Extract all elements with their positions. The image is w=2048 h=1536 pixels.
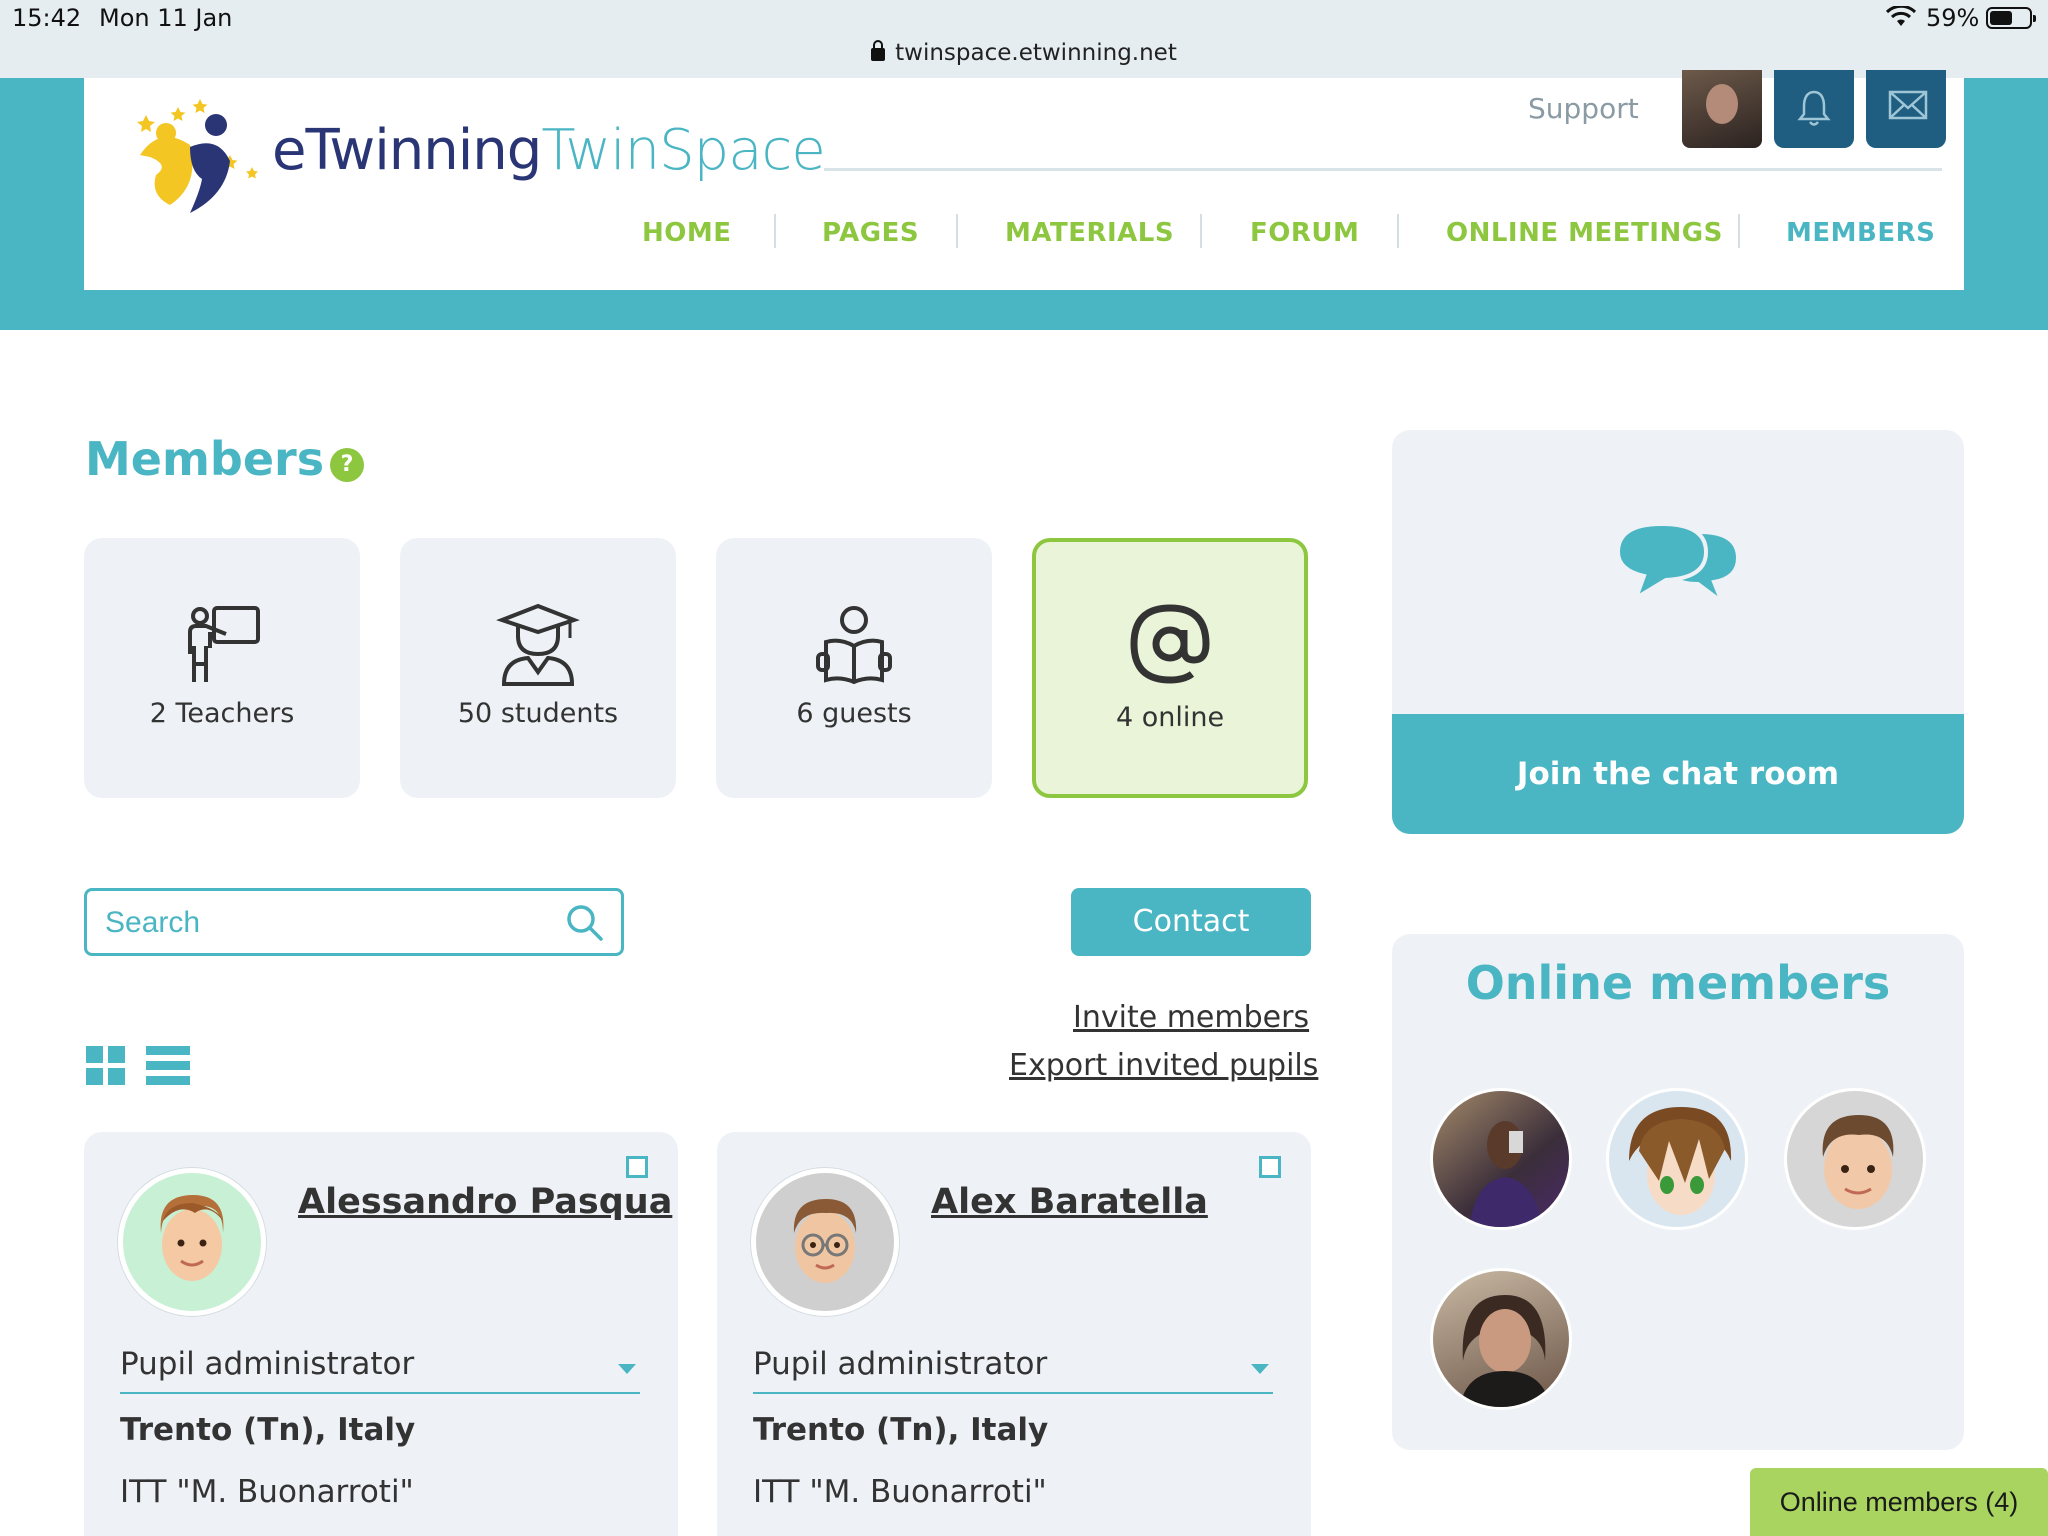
help-icon[interactable]: ? — [330, 448, 364, 482]
list-view-icon[interactable] — [146, 1046, 190, 1086]
battery-percent: 59% — [1926, 4, 1980, 32]
nav-materials[interactable]: MATERIALS — [1005, 218, 1174, 248]
nav-forum[interactable]: FORUM — [1250, 218, 1359, 248]
logo-wordmark: eTwinningTwinSpace — [272, 118, 826, 183]
nav-divider — [1397, 214, 1399, 248]
chat-room-card: Join the chat room — [1392, 430, 1964, 834]
address-bar[interactable]: twinspace.etwinning.net — [0, 40, 2048, 66]
address-url: twinspace.etwinning.net — [895, 40, 1177, 66]
battery-icon — [1986, 7, 2036, 29]
nav-members[interactable]: MEMBERS — [1786, 218, 1935, 248]
online-count: 4 online — [1115, 702, 1225, 733]
avatar[interactable] — [1606, 1088, 1748, 1230]
chevron-down-icon — [1251, 1364, 1269, 1374]
photo-avatar — [1459, 1295, 1551, 1407]
member-school: ITT "M. Buonarroti" — [120, 1474, 414, 1510]
wifi-icon — [1885, 6, 1917, 26]
member-name-link[interactable]: Alex Baratella — [931, 1182, 1208, 1222]
avatar[interactable] — [751, 1168, 899, 1316]
memoji-avatar — [793, 1199, 857, 1283]
nav-divider — [774, 214, 776, 248]
member-card: Alessandro Pasqua Pupil administrator Tr… — [84, 1132, 678, 1536]
at-icon — [1130, 604, 1210, 684]
status-date: Mon 11 Jan — [99, 4, 233, 32]
notifications-button[interactable] — [1774, 70, 1854, 148]
guests-count: 6 guests — [796, 698, 912, 729]
nav-home[interactable]: HOME — [642, 218, 732, 248]
chevron-down-icon — [618, 1364, 636, 1374]
member-card: Alex Baratella Pupil administrator Trent… — [717, 1132, 1311, 1536]
app-root: { "status_bar": { "time": "15:42", "date… — [0, 0, 2048, 1536]
online-members-card: Online members — [1392, 934, 1964, 1450]
avatar[interactable] — [1430, 1088, 1572, 1230]
export-invited-pupils-link[interactable]: Export invited pupils — [1009, 1048, 1318, 1083]
grid-view-icon[interactable] — [86, 1046, 126, 1086]
avatar[interactable] — [118, 1168, 266, 1316]
memoji-avatar — [1822, 1115, 1894, 1209]
status-bar: 15:42 Mon 11 Jan twinspace.etwinning.net… — [0, 0, 2048, 78]
member-school: ITT "M. Buonarroti" — [753, 1474, 1047, 1510]
envelope-icon — [1888, 90, 1928, 120]
battery-level — [1990, 11, 2012, 25]
students-count: 50 students — [457, 698, 619, 729]
search-input[interactable] — [105, 901, 545, 945]
member-select-checkbox[interactable] — [626, 1156, 648, 1178]
member-role-dropdown[interactable]: Pupil administrator — [753, 1346, 1273, 1394]
etwinning-logo — [137, 99, 258, 213]
search-field[interactable] — [84, 888, 624, 956]
online-members-tab[interactable]: Online members (4) — [1750, 1468, 2048, 1536]
memoji-avatar — [160, 1195, 224, 1281]
nav-divider — [1738, 214, 1740, 248]
online-members-title: Online members — [1465, 956, 1891, 1010]
support-link[interactable]: Support — [1528, 92, 1639, 125]
teachers-count: 2 Teachers — [149, 698, 295, 729]
teacher-icon — [188, 606, 260, 682]
avatar[interactable] — [1430, 1268, 1572, 1410]
member-role: Pupil administrator — [753, 1346, 1048, 1382]
nav-divider — [956, 214, 958, 248]
lock-icon — [871, 40, 886, 61]
member-location: Trento (Tn), Italy — [753, 1412, 1049, 1448]
reader-icon — [816, 606, 892, 685]
messages-button[interactable] — [1866, 70, 1946, 148]
invite-members-link[interactable]: Invite members — [1073, 1000, 1309, 1035]
guests-filter-card[interactable]: 6 guests — [716, 538, 992, 798]
member-name-link[interactable]: Alessandro Pasqua — [298, 1182, 672, 1222]
chat-bubbles-icon — [1615, 521, 1741, 608]
avatar[interactable] — [1784, 1088, 1926, 1230]
member-location: Trento (Tn), Italy — [120, 1412, 416, 1448]
member-role-dropdown[interactable]: Pupil administrator — [120, 1346, 640, 1394]
logo-etwinning: eTwinning — [272, 118, 542, 183]
page-title: Members — [85, 432, 325, 486]
status-time: 15:42 — [12, 4, 82, 32]
member-role: Pupil administrator — [120, 1346, 415, 1382]
join-chat-button[interactable]: Join the chat room — [1392, 714, 1964, 834]
member-select-checkbox[interactable] — [1259, 1156, 1281, 1178]
contact-button[interactable]: Contact — [1071, 888, 1311, 956]
graduate-icon — [496, 603, 580, 686]
photo-avatar — [1469, 1121, 1543, 1227]
students-filter-card[interactable]: 50 students — [400, 538, 676, 798]
header-divider — [824, 168, 1942, 171]
anime-avatar — [1629, 1107, 1732, 1215]
logo-twinspace: TwinSpace — [541, 118, 825, 183]
search-icon[interactable] — [565, 903, 605, 943]
nav-online-meetings[interactable]: ONLINE MEETINGS — [1446, 218, 1723, 248]
bell-icon — [1797, 90, 1831, 126]
user-avatar[interactable] — [1682, 70, 1762, 148]
nav-pages[interactable]: PAGES — [822, 218, 919, 248]
online-filter-card[interactable]: 4 online — [1032, 538, 1308, 798]
teachers-filter-card[interactable]: 2 Teachers — [84, 538, 360, 798]
nav-divider — [1200, 214, 1202, 248]
